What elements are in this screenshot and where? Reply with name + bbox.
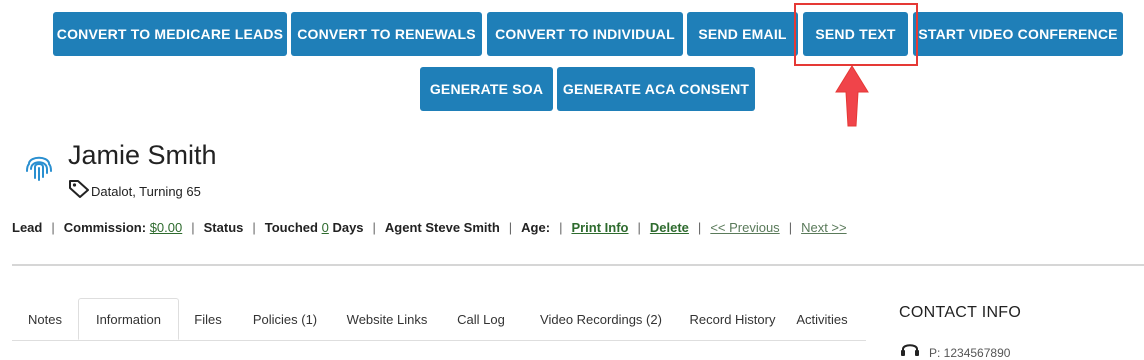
- send-text-highlight-box: [794, 3, 918, 66]
- contact-phone[interactable]: P: 1234567890: [929, 346, 1010, 360]
- divider: |: [252, 220, 256, 235]
- tag-icon: [69, 180, 89, 198]
- tab-files[interactable]: Files: [179, 298, 237, 340]
- lead-tags: Datalot, Turning 65: [91, 184, 201, 199]
- convert-to-renewals-button[interactable]: CONVERT TO RENEWALS: [291, 12, 482, 56]
- tab-activities[interactable]: Activities: [784, 298, 860, 340]
- tab-call-log[interactable]: Call Log: [441, 298, 521, 340]
- tab-website-links[interactable]: Website Links: [333, 298, 441, 340]
- next-link[interactable]: Next >>: [801, 220, 847, 235]
- generate-soa-button[interactable]: GENERATE SOA: [420, 67, 553, 111]
- previous-link[interactable]: << Previous: [710, 220, 779, 235]
- commission-value-link[interactable]: $0.00: [150, 220, 183, 235]
- divider: |: [372, 220, 376, 235]
- touched-unit: Days: [332, 220, 364, 235]
- tab-notes[interactable]: Notes: [12, 298, 78, 340]
- touched-value-link[interactable]: 0: [322, 220, 329, 235]
- generate-aca-consent-button[interactable]: GENERATE ACA CONSENT: [557, 67, 755, 111]
- lead-info-bar: Lead | Commission: $0.00 | Status | Touc…: [12, 220, 847, 235]
- lead-name: Jamie Smith: [68, 140, 217, 170]
- divider: |: [637, 220, 641, 235]
- tab-information[interactable]: Information: [78, 298, 179, 340]
- divider: |: [788, 220, 793, 235]
- tab-video-recordings[interactable]: Video Recordings (2): [521, 298, 681, 340]
- tab-policies[interactable]: Policies (1): [237, 298, 333, 340]
- contact-info-heading: CONTACT INFO: [899, 304, 1022, 321]
- fingerprint-icon: [26, 156, 52, 181]
- divider: |: [559, 220, 563, 235]
- age-label: Age:: [521, 220, 551, 235]
- touched-label: Touched: [264, 220, 318, 235]
- delete-link[interactable]: Delete: [650, 220, 689, 235]
- record-tabs: Notes Information Files Policies (1) Web…: [12, 298, 866, 341]
- send-email-button[interactable]: SEND EMAIL: [687, 12, 798, 56]
- start-video-conference-button[interactable]: START VIDEO CONFERENCE: [913, 12, 1123, 56]
- commission-label: Commission:: [63, 220, 147, 235]
- convert-to-individual-button[interactable]: CONVERT TO INDIVIDUAL: [487, 12, 683, 56]
- section-divider: [12, 264, 1144, 266]
- lead-type: Lead: [12, 220, 43, 235]
- print-info-link[interactable]: Print Info: [571, 220, 628, 235]
- divider: |: [51, 220, 55, 235]
- divider: |: [191, 220, 195, 235]
- divider: |: [508, 220, 513, 235]
- status-label: Status: [203, 220, 244, 235]
- convert-to-medicare-leads-button[interactable]: CONVERT TO MEDICARE LEADS: [53, 12, 287, 56]
- divider: |: [697, 220, 702, 235]
- tab-record-history[interactable]: Record History: [681, 298, 784, 340]
- agent-name: Agent Steve Smith: [384, 220, 500, 235]
- red-arrow-icon: [835, 65, 869, 127]
